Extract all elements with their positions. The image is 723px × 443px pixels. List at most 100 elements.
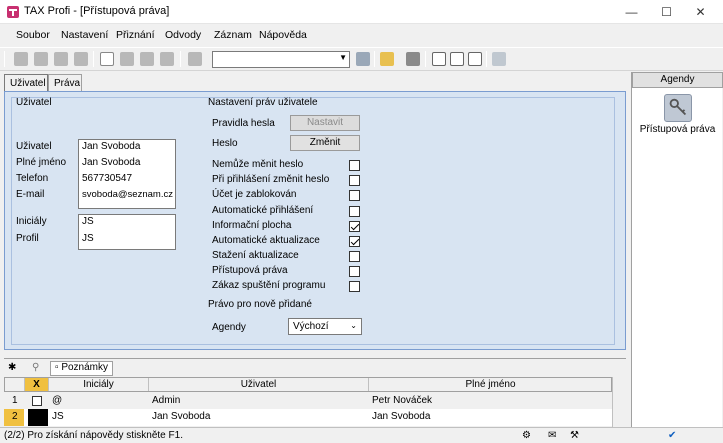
filter-icon[interactable]: ⚲ xyxy=(32,362,39,373)
option-label: Nemůže měnit heslo xyxy=(212,159,304,170)
field-uzivatel[interactable]: Jan Svoboda xyxy=(82,141,140,152)
gear-icon[interactable]: ⚙ xyxy=(522,430,534,442)
option-checkbox[interactable] xyxy=(349,175,360,186)
keys-icon[interactable] xyxy=(664,94,692,122)
col-inicialy[interactable]: Iniciály xyxy=(49,378,149,391)
archive-icon[interactable] xyxy=(406,52,420,66)
cell-inicialy: JS xyxy=(52,411,64,422)
label-telefon: Telefon xyxy=(16,173,49,184)
label-inicialy: Iniciály xyxy=(16,216,47,227)
print-preview-icon[interactable] xyxy=(54,52,68,66)
status-bar: (2/2) Pro získání nápovědy stiskněte F1.… xyxy=(0,427,723,443)
tools-icon[interactable] xyxy=(492,52,506,66)
duplicate-icon[interactable] xyxy=(188,52,202,66)
row-number-header xyxy=(5,378,25,391)
agendy-select[interactable]: Výchozí ⌄ xyxy=(288,318,362,335)
label-agendy: Agendy xyxy=(212,322,246,333)
row-checkbox[interactable] xyxy=(32,396,42,406)
col-plne-jmeno[interactable]: Plné jméno xyxy=(369,378,613,391)
toolbar-separator xyxy=(374,51,375,67)
option-checkbox[interactable] xyxy=(349,160,360,171)
toolbar-separator xyxy=(4,51,5,67)
save-icon[interactable] xyxy=(140,52,154,66)
cell-uzivatel: Jan Svoboda xyxy=(152,411,211,422)
pristupova-prava-label[interactable]: Přístupová práva xyxy=(632,124,723,135)
poznamky-label: Poznámky xyxy=(61,362,109,373)
label-heslo: Heslo xyxy=(212,138,238,149)
label-uzivatel: Uživatel xyxy=(16,141,52,152)
refresh-icon[interactable] xyxy=(356,52,370,66)
zmenit-button[interactable]: Změnit xyxy=(290,135,360,151)
field-telefon[interactable]: 567730547 xyxy=(82,173,132,184)
folder-icon[interactable] xyxy=(380,52,394,66)
window-split-icon[interactable] xyxy=(450,52,464,66)
label-email: E-mail xyxy=(16,189,45,200)
print-icon[interactable] xyxy=(34,52,48,66)
option-checkbox[interactable] xyxy=(349,281,360,292)
grid-scrollbar[interactable] xyxy=(612,377,626,427)
option-checkbox[interactable] xyxy=(349,206,360,217)
option-label: Přístupová práva xyxy=(212,265,288,276)
menu-bar: Soubor Nastavení Přiznání Odvody Záznam … xyxy=(0,26,723,46)
menu-zaznam[interactable]: Záznam xyxy=(214,29,252,41)
menu-nastaveni[interactable]: Nastavení xyxy=(61,29,108,41)
field-inicialy[interactable]: JS xyxy=(82,216,94,227)
menu-napoveda[interactable]: Nápověda xyxy=(259,29,307,41)
cut-icon[interactable] xyxy=(74,52,88,66)
toolbar: ▼ xyxy=(0,47,723,71)
note-icon: ▫ xyxy=(55,362,59,373)
option-label: Zákaz spuštění programu xyxy=(212,280,326,291)
row-selected-marker xyxy=(28,409,48,426)
label-plne-jmeno: Plné jméno xyxy=(16,157,67,168)
table-row[interactable]: 2 JS Jan Svoboda Jan Svoboda xyxy=(4,409,612,426)
tab-poznamky[interactable]: ▫ Poznámky xyxy=(50,361,114,376)
tab-prava[interactable]: Práva xyxy=(48,74,82,92)
agendy-panel: Agendy Přístupová práva xyxy=(631,72,723,427)
close-button[interactable]: ✕ xyxy=(678,0,723,24)
user-section-heading: Uživatel xyxy=(16,97,52,108)
option-checkbox[interactable] xyxy=(349,266,360,277)
copy-icon[interactable] xyxy=(14,52,28,66)
field-plne-jmeno[interactable]: Jan Svoboda xyxy=(82,157,140,168)
toolbar-combo[interactable]: ▼ xyxy=(212,51,350,68)
option-checkbox[interactable] xyxy=(349,221,360,232)
app-icon xyxy=(7,6,19,18)
cell-uzivatel: Admin xyxy=(152,395,181,406)
col-uzivatel[interactable]: Uživatel xyxy=(149,378,369,391)
cell-inicialy: @ xyxy=(52,395,63,406)
window-icon[interactable] xyxy=(432,52,446,66)
option-checkbox[interactable] xyxy=(349,190,360,201)
option-label: Účet je zablokován xyxy=(212,189,297,200)
menu-odvody[interactable]: Odvody xyxy=(165,29,201,41)
field-profil[interactable]: JS xyxy=(82,233,94,244)
label-pravidla-hesla: Pravidla hesla xyxy=(212,118,275,129)
option-checkbox[interactable] xyxy=(349,251,360,262)
status-text: (2/2) Pro získání nápovědy stiskněte F1. xyxy=(4,430,183,441)
grid-header: X Iniciály Uživatel Plné jméno xyxy=(4,377,613,392)
field-email[interactable]: svoboda@seznam.cz xyxy=(82,189,173,200)
agendy-select-value: Výchozí xyxy=(293,321,329,332)
menu-priznani[interactable]: Přiznání xyxy=(116,29,155,41)
window-title: TAX Profi - [Přístupová práva] xyxy=(24,5,170,17)
check-icon[interactable]: ✔ xyxy=(668,430,680,442)
grid-toolbar: ✱ ⚲ ▫ Poznámky xyxy=(4,358,626,377)
window-tile-icon[interactable] xyxy=(468,52,482,66)
table-row[interactable]: 1 @ Admin Petr Nováček xyxy=(4,393,612,410)
edit-icon[interactable] xyxy=(120,52,134,66)
option-checkbox[interactable] xyxy=(349,236,360,247)
menu-soubor[interactable]: Soubor xyxy=(16,29,50,41)
option-label: Při přihlášení změnit heslo xyxy=(212,174,330,185)
toolbar-separator xyxy=(486,51,487,67)
nastavit-button[interactable]: Nastavit xyxy=(290,115,360,131)
label-profil: Profil xyxy=(16,233,39,244)
agendy-panel-header[interactable]: Agendy xyxy=(632,72,723,88)
option-label: Stažení aktualizace xyxy=(212,250,299,261)
col-x[interactable]: X xyxy=(25,378,49,391)
option-label: Automatické přihlášení xyxy=(212,205,314,216)
mail-icon[interactable]: ✉ xyxy=(548,430,560,442)
tools-icon[interactable]: ⚒ xyxy=(570,430,582,442)
delete-icon[interactable] xyxy=(160,52,174,66)
asterisk-icon[interactable]: ✱ xyxy=(8,362,16,373)
option-label: Automatické aktualizace xyxy=(212,235,320,246)
new-icon[interactable] xyxy=(100,52,114,66)
